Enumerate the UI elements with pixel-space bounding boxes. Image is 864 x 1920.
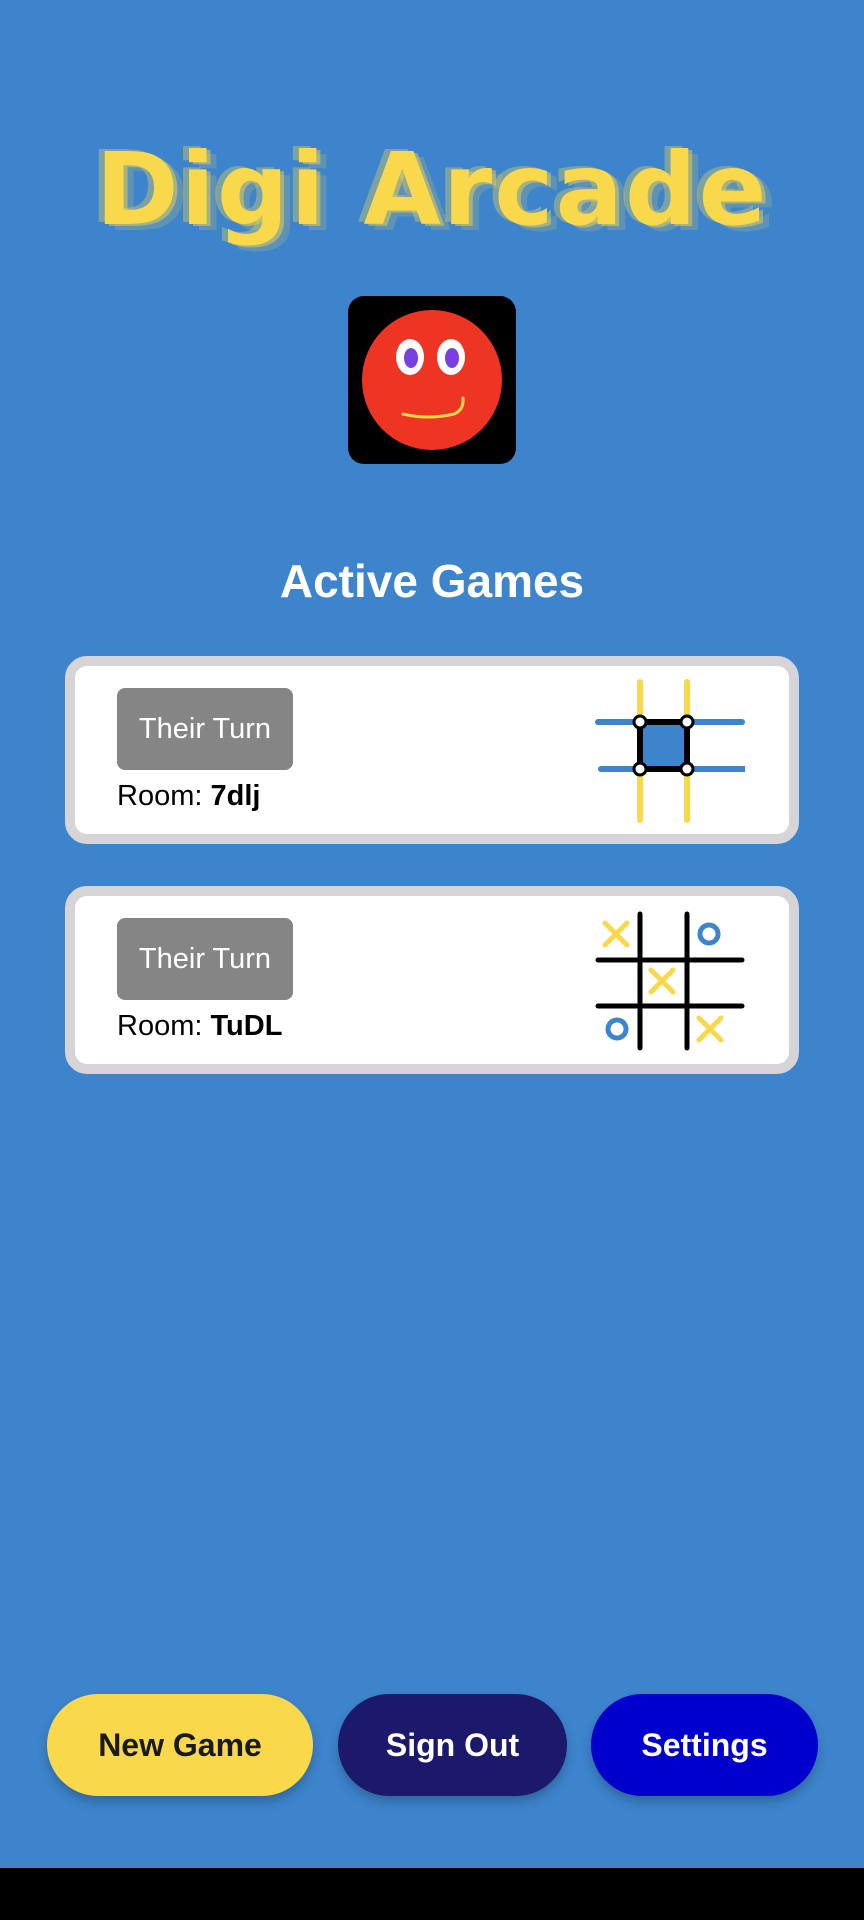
game-card-7dlj[interactable]: Their Turn Room: 7dlj bbox=[65, 656, 799, 844]
room-info: Room: 7dlj bbox=[117, 778, 260, 814]
tic-tac-toe-icon bbox=[595, 908, 745, 1054]
avatar[interactable] bbox=[348, 296, 516, 464]
new-game-button[interactable]: New Game bbox=[47, 1694, 313, 1796]
room-code: TuDL bbox=[210, 1010, 283, 1042]
system-navigation-bar bbox=[0, 1868, 864, 1920]
settings-button[interactable]: Settings bbox=[591, 1694, 818, 1796]
smiley-face-icon bbox=[362, 310, 502, 450]
turn-status-badge: Their Turn bbox=[117, 918, 293, 1000]
room-label: Room: bbox=[117, 780, 211, 812]
room-label: Room: bbox=[117, 1010, 211, 1042]
active-games-heading: Active Games bbox=[279, 555, 585, 607]
room-code: 7dlj bbox=[210, 780, 261, 812]
dots-and-boxes-icon bbox=[595, 678, 745, 824]
game-card-tudl[interactable]: Their Turn Room: TuDL bbox=[65, 886, 799, 1074]
app-title: Digi Arcade bbox=[95, 131, 769, 248]
room-info: Room: TuDL bbox=[117, 1008, 282, 1044]
turn-status-badge: Their Turn bbox=[117, 688, 293, 770]
sign-out-button[interactable]: Sign Out bbox=[338, 1694, 567, 1796]
